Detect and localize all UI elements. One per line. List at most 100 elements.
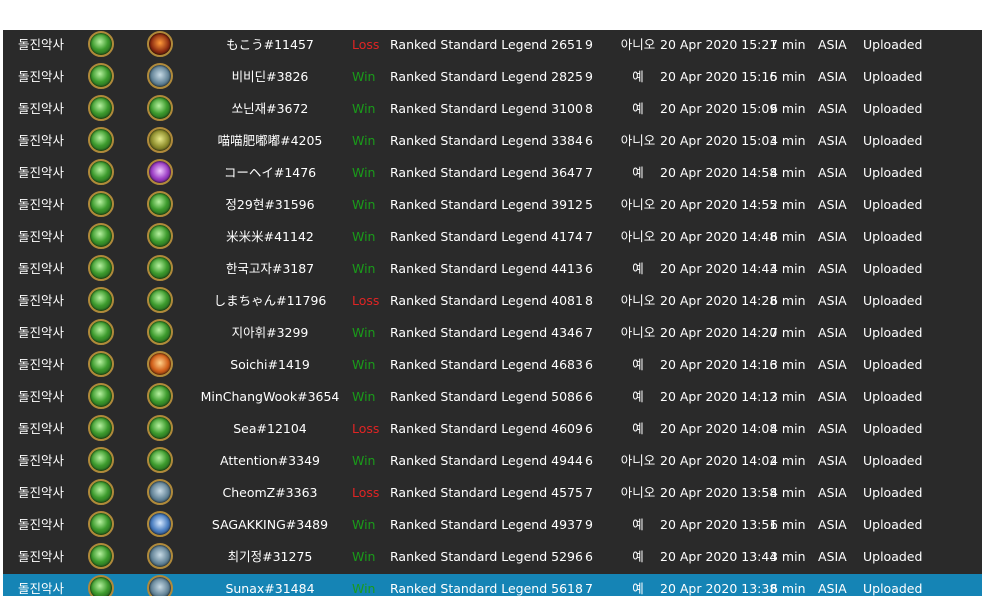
upload-status: Uploaded — [863, 421, 923, 436]
table-row[interactable]: 돌진악사 정29현#31596 Win Ranked Standard Lege… — [3, 190, 982, 222]
coin-flag: 아니오 — [620, 229, 656, 244]
game-region: ASIA — [818, 101, 847, 116]
turn-count: 5 — [585, 197, 593, 212]
table-row[interactable]: 돌진악사 최기정#31275 Win Ranked Standard Legen… — [3, 542, 982, 574]
game-mode: Ranked Standard Legend 3647 — [390, 165, 583, 180]
opponent-name: Attention#3349 — [220, 453, 320, 468]
game-duration: 3 min — [770, 357, 806, 372]
game-duration: 2 min — [770, 197, 806, 212]
game-duration: 6 min — [770, 581, 806, 596]
deck-name: 돌진악사 — [18, 165, 65, 180]
game-date: 20 Apr 2020 14:28 — [660, 293, 778, 308]
game-duration: 3 min — [770, 389, 806, 404]
deck-name: 돌진악사 — [18, 549, 65, 564]
game-mode: Ranked Standard Legend 4944 — [390, 453, 583, 468]
turn-count: 7 — [585, 485, 593, 500]
deck-name: 돌진악사 — [18, 357, 65, 372]
game-mode: Ranked Standard Legend 3100 — [390, 101, 583, 116]
deck-name: 돌진악사 — [18, 325, 65, 340]
turn-count: 6 — [585, 453, 593, 468]
coin-flag: 아니오 — [620, 293, 656, 308]
warrior-portrait-icon — [147, 511, 173, 537]
turn-count: 6 — [585, 357, 593, 372]
opponent-name: 米米米#41142 — [226, 229, 314, 244]
opponent-name: Soichi#1419 — [230, 357, 310, 372]
opponent-name: 정29현#31596 — [225, 197, 315, 212]
druid-portrait-icon — [88, 319, 114, 345]
upload-status: Uploaded — [863, 133, 923, 148]
turn-count: 6 — [585, 549, 593, 564]
table-row[interactable]: 돌진악사 Attention#3349 Win Ranked Standard … — [3, 446, 982, 478]
game-mode: Ranked Standard Legend 4413 — [390, 261, 583, 276]
result-label: Win — [352, 517, 376, 532]
mage-portrait-icon — [147, 575, 173, 596]
game-mode: Ranked Standard Legend 4174 — [390, 229, 583, 244]
priest-portrait-icon — [147, 159, 173, 185]
druid-portrait-icon — [147, 383, 173, 409]
game-date: 20 Apr 2020 13:44 — [660, 549, 778, 564]
rogue-portrait-icon — [147, 31, 173, 57]
turn-count: 8 — [585, 293, 593, 308]
game-region: ASIA — [818, 69, 847, 84]
table-row[interactable]: 돌진악사 쏘닌재#3672 Win Ranked Standard Legend… — [3, 94, 982, 126]
turn-count: 6 — [585, 421, 593, 436]
table-row[interactable]: 돌진악사 지아휘#3299 Win Ranked Standard Legend… — [3, 318, 982, 350]
table-row[interactable]: 돌진악사 Sea#12104 Loss Ranked Standard Lege… — [3, 414, 982, 446]
game-date: 20 Apr 2020 14:43 — [660, 261, 778, 276]
result-label: Loss — [352, 485, 380, 500]
table-row[interactable]: 돌진악사 MinChangWook#3654 Win Ranked Standa… — [3, 382, 982, 414]
game-region: ASIA — [818, 389, 847, 404]
table-row[interactable]: 돌진악사 米米米#41142 Win Ranked Standard Legen… — [3, 222, 982, 254]
druid-portrait-icon — [88, 479, 114, 505]
turn-count: 8 — [585, 101, 593, 116]
game-duration: 7 min — [770, 325, 806, 340]
druid-portrait-icon — [88, 351, 114, 377]
table-row[interactable]: 돌진악사 もこう#11457 Loss Ranked Standard Lege… — [3, 30, 982, 62]
result-label: Win — [352, 581, 376, 596]
table-row[interactable]: 돌진악사 CheomZ#3363 Loss Ranked Standard Le… — [3, 478, 982, 510]
table-row[interactable]: 돌진악사 Soichi#1419 Win Ranked Standard Leg… — [3, 350, 982, 382]
druid-portrait-icon — [88, 95, 114, 121]
druid-portrait-icon — [147, 287, 173, 313]
table-row[interactable]: 돌진악사 비비딘#3826 Win Ranked Standard Legend… — [3, 62, 982, 94]
result-label: Win — [352, 165, 376, 180]
druid-portrait-icon — [88, 447, 114, 473]
upload-status: Uploaded — [863, 549, 923, 564]
table-row[interactable]: 돌진악사 喵喵肥嘟嘟#4205 Win Ranked Standard Lege… — [3, 126, 982, 158]
druid-portrait-icon — [88, 543, 114, 569]
druid-portrait-icon — [147, 447, 173, 473]
deck-name: 돌진악사 — [18, 485, 65, 500]
result-label: Win — [352, 357, 376, 372]
mage-portrait-icon — [147, 63, 173, 89]
game-mode: Ranked Standard Legend 3384 — [390, 133, 583, 148]
table-row[interactable]: 돌진악사 SAGAKKING#3489 Win Ranked Standard … — [3, 510, 982, 542]
game-duration: 4 min — [770, 485, 806, 500]
game-mode: Ranked Standard Legend 4346 — [390, 325, 583, 340]
table-row[interactable]: 돌진악사 Sunax#31484 Win Ranked Standard Leg… — [3, 574, 982, 596]
game-date: 20 Apr 2020 14:20 — [660, 325, 778, 340]
game-mode: Ranked Standard Legend 4683 — [390, 357, 583, 372]
deck-name: 돌진악사 — [18, 69, 65, 84]
result-label: Win — [352, 453, 376, 468]
druid-portrait-icon — [88, 191, 114, 217]
table-row[interactable]: 돌진악사 しまちゃん#11796 Loss Ranked Standard Le… — [3, 286, 982, 318]
opponent-name: MinChangWook#3654 — [200, 389, 340, 404]
result-label: Win — [352, 549, 376, 564]
deck-name: 돌진악사 — [18, 517, 65, 532]
coin-flag: 예 — [632, 261, 644, 276]
game-mode: Ranked Standard Legend 3912 — [390, 197, 583, 212]
druid-portrait-icon — [88, 223, 114, 249]
table-row[interactable]: 돌진악사 コーヘイ#1476 Win Ranked Standard Legen… — [3, 158, 982, 190]
coin-flag: 예 — [632, 389, 644, 404]
deck-name: 돌진악사 — [18, 581, 65, 596]
coin-flag: 아니오 — [620, 133, 656, 148]
table-row[interactable]: 돌진악사 한국고자#3187 Win Ranked Standard Legen… — [3, 254, 982, 286]
game-region: ASIA — [818, 485, 847, 500]
opponent-name: Sunax#31484 — [225, 581, 315, 596]
game-mode: Ranked Standard Legend 4081 — [390, 293, 583, 308]
result-label: Win — [352, 389, 376, 404]
turn-count: 6 — [585, 389, 593, 404]
mage-portrait-icon — [147, 543, 173, 569]
game-duration: 6 min — [770, 229, 806, 244]
turn-count: 6 — [585, 133, 593, 148]
